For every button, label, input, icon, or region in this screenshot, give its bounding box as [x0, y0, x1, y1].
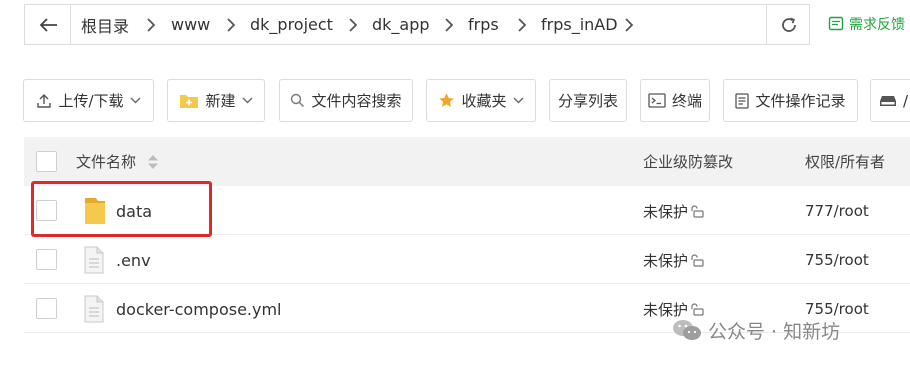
arrow-left-icon	[39, 17, 57, 32]
unlock-icon	[691, 254, 704, 267]
star-icon	[439, 93, 455, 107]
protect-status-label: 未保护	[643, 202, 689, 221]
back-button[interactable]	[25, 5, 71, 44]
header-protect: 企业级防篡改	[643, 153, 734, 171]
breadcrumb-frps-inad[interactable]: frps_inAD	[541, 5, 618, 44]
unlock-icon	[691, 303, 704, 316]
chevron-down-icon	[242, 97, 252, 104]
header-filename[interactable]: 文件名称	[76, 137, 160, 186]
header-perm-owner: 权限/所有者	[805, 153, 886, 171]
disk-button[interactable]: /	[870, 79, 910, 122]
chevron-right-icon	[345, 5, 359, 44]
unlock-icon	[691, 205, 704, 218]
share-list-button[interactable]: 分享列表	[549, 79, 627, 122]
log-icon	[735, 92, 750, 109]
feedback-label: 需求反馈	[849, 17, 905, 33]
file-op-log-label: 文件操作记录	[755, 92, 846, 110]
sort-icon[interactable]	[146, 153, 160, 171]
breadcrumb-frps[interactable]: frps	[468, 5, 499, 44]
breadcrumb-www[interactable]: www	[171, 5, 210, 44]
content-search-button[interactable]: 文件内容搜索	[279, 79, 413, 122]
terminal-button[interactable]: 终端	[640, 79, 710, 122]
row-checkbox[interactable]	[36, 249, 57, 270]
table-row[interactable]	[24, 236, 910, 284]
file-op-log-button[interactable]: 文件操作记录	[723, 79, 858, 122]
chevron-right-icon	[621, 5, 635, 44]
file-name[interactable]: docker-compose.yml	[116, 285, 282, 333]
chevron-right-icon	[441, 5, 455, 44]
watermark-label: 公众号 · 知新坊	[708, 320, 841, 343]
new-folder-icon	[180, 94, 199, 108]
search-icon	[291, 93, 305, 107]
protect-status[interactable]: 未保护	[643, 236, 704, 284]
content-search-label: 文件内容搜索	[311, 92, 402, 110]
refresh-button[interactable]	[766, 5, 810, 44]
upload-icon	[37, 93, 52, 108]
new-button[interactable]: 新建	[167, 79, 265, 122]
feedback-icon	[828, 16, 844, 31]
file-icon	[84, 285, 104, 333]
header-filename-label: 文件名称	[76, 153, 137, 171]
chevron-down-icon	[130, 97, 141, 104]
perm-owner[interactable]: 777/root	[805, 187, 869, 235]
row-checkbox[interactable]	[36, 298, 57, 319]
chevron-down-icon	[513, 97, 523, 104]
breadcrumb-root[interactable]: 根目录	[81, 5, 129, 44]
upload-download-label: 上传/下载	[58, 92, 124, 110]
favorites-label: 收藏夹	[461, 92, 507, 110]
highlight-box	[31, 181, 212, 237]
upload-download-button[interactable]: 上传/下载	[23, 79, 154, 122]
file-icon	[84, 236, 104, 284]
wechat-icon	[673, 320, 701, 340]
breadcrumb-dk-app[interactable]: dk_app	[372, 5, 430, 44]
chevron-right-icon	[223, 5, 237, 44]
protect-status-label: 未保护	[643, 251, 689, 270]
share-list-label: 分享列表	[557, 92, 618, 110]
select-all-checkbox[interactable]	[36, 151, 57, 172]
file-name[interactable]: .env	[116, 236, 151, 284]
disk-label: /	[903, 91, 909, 110]
feedback-link[interactable]: 需求反馈	[828, 12, 905, 36]
disk-icon	[880, 95, 896, 106]
terminal-label: 终端	[671, 92, 702, 110]
perm-owner[interactable]: 755/root	[805, 236, 869, 284]
new-label: 新建	[205, 92, 236, 110]
terminal-icon	[648, 93, 666, 108]
chevron-right-icon	[143, 5, 157, 44]
favorites-button[interactable]: 收藏夹	[426, 79, 536, 122]
chevron-right-icon	[514, 5, 528, 44]
watermark: 公众号 · 知新坊	[672, 315, 840, 345]
breadcrumb-dk-project[interactable]: dk_project	[250, 5, 333, 44]
protect-status[interactable]: 未保护	[643, 187, 704, 235]
refresh-icon	[781, 17, 796, 32]
